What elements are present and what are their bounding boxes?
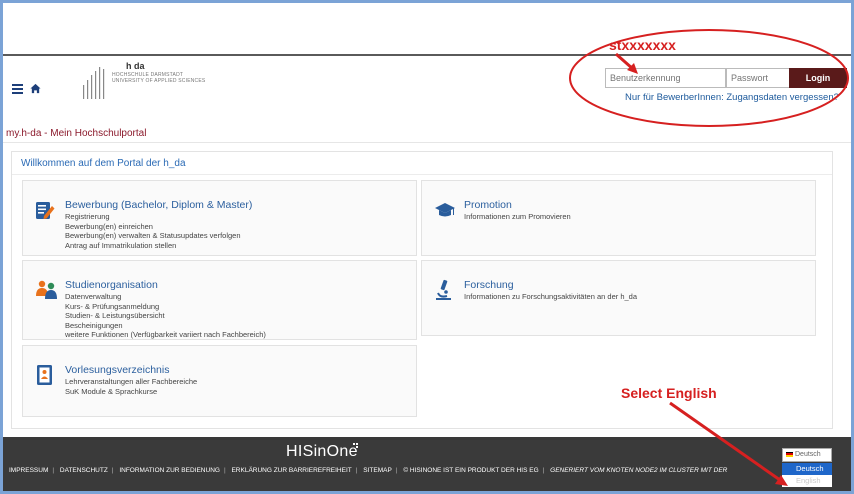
tile-link[interactable]: Informationen zum Promovieren xyxy=(464,212,571,222)
tile-title[interactable]: Vorlesungsverzeichnis xyxy=(65,364,169,376)
tile-link[interactable]: Studien- & Leistungsübersicht xyxy=(65,311,266,321)
course-catalog-icon xyxy=(37,365,52,385)
tile-bewerbung[interactable]: Bewerbung (Bachelor, Diplom & Master) Re… xyxy=(22,180,417,256)
logo-hda-text: h da xyxy=(126,61,145,71)
home-icon[interactable] xyxy=(30,83,41,94)
login-button[interactable]: Login xyxy=(789,68,847,88)
welcome-divider xyxy=(12,174,832,175)
tile-link[interactable]: Bewerbung(en) einreichen xyxy=(65,222,241,232)
tile-links: Lehrveranstaltungen aller Fachbereiche S… xyxy=(65,377,197,396)
forgot-credentials-link[interactable]: Nur für BewerberInnen: Zugangsdaten verg… xyxy=(625,92,839,103)
page-header: h da HOCHSCHULE DARMSTADT UNIVERSITY OF … xyxy=(3,56,851,116)
tile-links: Datenverwaltung Kurs- & Prüfungsanmeldun… xyxy=(65,292,266,340)
german-flag-icon xyxy=(786,451,793,457)
tile-forschung[interactable]: Forschung Informationen zu Forschungsakt… xyxy=(421,260,816,336)
breadcrumb[interactable]: my.h-da - Mein Hochschulportal xyxy=(6,128,146,139)
hamburger-menu-icon[interactable] xyxy=(12,84,23,94)
tile-link[interactable]: Bescheinigungen xyxy=(65,321,266,331)
tile-links: Informationen zum Promovieren xyxy=(464,212,571,222)
tile-link[interactable]: Datenverwaltung xyxy=(65,292,266,302)
annotation-language-hint: Select English xyxy=(621,385,717,401)
tile-title[interactable]: Promotion xyxy=(464,199,512,211)
graduation-cap-icon xyxy=(435,203,455,217)
hda-logo[interactable]: h da HOCHSCHULE DARMSTADT UNIVERSITY OF … xyxy=(83,59,243,99)
hisinone-dots-icon xyxy=(353,443,358,448)
page-footer: HISinOne IMPRESSUM | DATENSCHUTZ | INFORMA… xyxy=(3,437,851,491)
tile-title[interactable]: Bewerbung (Bachelor, Diplom & Master) xyxy=(65,199,252,211)
welcome-heading: Willkommen auf dem Portal der h_da xyxy=(21,158,186,169)
people-icon xyxy=(36,280,57,299)
footer-link[interactable]: INFORMATION ZUR BEDIENUNG xyxy=(119,467,220,474)
tile-link[interactable]: Kurs- & Prüfungsanmeldung xyxy=(65,302,266,312)
footer-link[interactable]: IMPRESSUM xyxy=(9,467,48,474)
footer-link[interactable]: ERKLÄRUNG ZUR BARRIEREFREIHEIT xyxy=(231,467,351,474)
microscope-icon xyxy=(436,279,451,300)
tile-link[interactable]: Bewerbung(en) verwalten & Statusupdates … xyxy=(65,231,241,241)
hisinone-brand: HISinOne xyxy=(286,443,358,460)
tile-studienorganisation[interactable]: Studienorganisation Datenverwaltung Kurs… xyxy=(22,260,417,340)
footer-links: IMPRESSUM | DATENSCHUTZ | INFORMATION ZUR … xyxy=(9,467,728,474)
footer-generated-note: GENERIERT VOM KNOTEN NODE2 IM CLUSTER MI… xyxy=(550,467,728,474)
tile-link[interactable]: Informationen zu Forschungsaktivitäten a… xyxy=(464,292,637,302)
username-input[interactable] xyxy=(605,68,726,88)
language-select[interactable]: Deutsch xyxy=(782,448,832,462)
tile-link[interactable]: SuK Module & Sprachkurse xyxy=(65,387,197,397)
tile-link[interactable]: Registrierung xyxy=(65,212,241,222)
footer-link[interactable]: SITEMAP xyxy=(363,467,392,474)
tile-links: Informationen zu Forschungsaktivitäten a… xyxy=(464,292,637,302)
tile-link[interactable]: Antrag auf Immatrikulation stellen xyxy=(65,241,241,251)
tile-title[interactable]: Studienorganisation xyxy=(65,279,158,291)
tile-vorlesungsverzeichnis[interactable]: Vorlesungsverzeichnis Lehrveranstaltunge… xyxy=(22,345,417,417)
logo-subtitle-line2: UNIVERSITY OF APPLIED SCIENCES xyxy=(112,78,206,84)
hda-logo-mark-icon xyxy=(83,67,105,99)
language-select-value: Deutsch xyxy=(795,451,821,458)
tile-link[interactable]: weitere Funktionen (Verfügbarkeit variie… xyxy=(65,330,266,340)
breadcrumb-divider xyxy=(3,142,851,143)
tile-links: Registrierung Bewerbung(en) einreichen B… xyxy=(65,212,241,250)
annotation-username-hint: stxxxxxxx xyxy=(609,37,676,53)
footer-link[interactable]: DATENSCHUTZ xyxy=(60,467,108,474)
tile-promotion[interactable]: Promotion Informationen zum Promovieren xyxy=(421,180,816,256)
footer-link[interactable]: © HISINONE IST EIN PRODUKT DER HIS EG xyxy=(403,467,538,474)
logo-subtitle: HOCHSCHULE DARMSTADT UNIVERSITY OF APPLI… xyxy=(112,72,205,84)
tile-link[interactable]: Lehrveranstaltungen aller Fachbereiche xyxy=(65,377,197,387)
language-option-english[interactable]: English xyxy=(782,475,832,487)
top-strip xyxy=(3,3,851,54)
edit-form-icon xyxy=(36,202,55,219)
language-option-deutsch[interactable]: Deutsch xyxy=(782,463,832,475)
tile-title[interactable]: Forschung xyxy=(464,279,514,291)
